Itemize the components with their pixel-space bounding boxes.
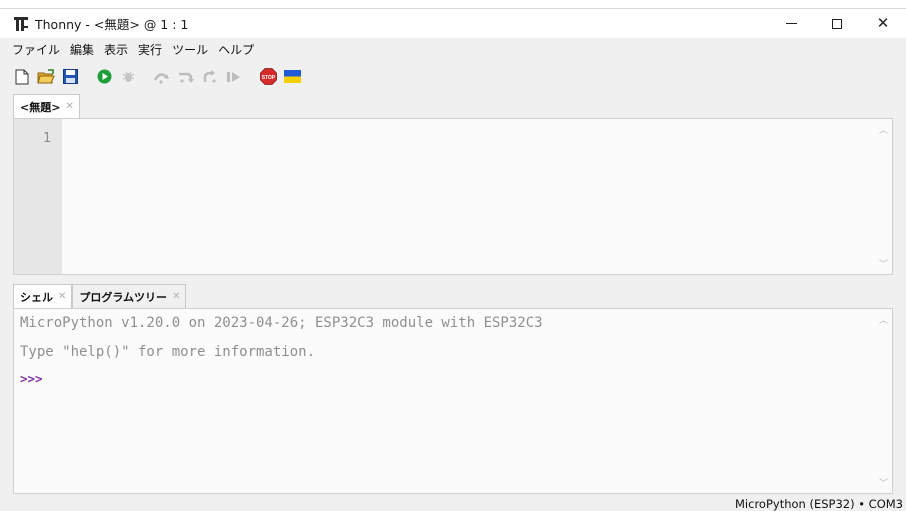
ukraine-flag-button[interactable]	[282, 67, 302, 87]
shell-scrollbar[interactable]: ︿ ﹀	[875, 309, 892, 493]
thonny-window: Thonny - <無題> @ 1 : 1 ✕ ファイル 編集 表示 実行 ツー…	[0, 0, 906, 511]
tab-shell-label: シェル	[20, 290, 53, 304]
menu-tools[interactable]: ツール	[167, 39, 213, 60]
tab-shell[interactable]: シェル ✕	[13, 284, 73, 308]
save-icon	[62, 69, 78, 84]
svg-text:STOP: STOP	[261, 75, 275, 81]
thonny-logo-icon	[14, 16, 28, 31]
open-file-button[interactable]	[36, 67, 56, 87]
line-number: 1	[42, 130, 51, 146]
shell-tabstrip: シェル ✕ プログラムツリー ✕	[0, 284, 906, 308]
close-tab-icon[interactable]: ✕	[65, 101, 73, 112]
tab-program-tree-label: プログラムツリー	[79, 290, 168, 304]
editor-tab-untitled[interactable]: <無題> ✕	[13, 94, 80, 118]
code-editor[interactable]: 1 ︿ ﹀	[13, 118, 893, 275]
close-shell-tab-icon[interactable]: ✕	[58, 291, 66, 302]
close-program-tree-tab-icon[interactable]: ✕	[172, 291, 180, 302]
window-controls: ✕	[768, 9, 906, 38]
maximize-icon	[832, 18, 842, 29]
menu-bar: ファイル 編集 表示 実行 ツール ヘルプ	[0, 38, 906, 61]
close-button[interactable]: ✕	[860, 9, 906, 38]
scroll-up-icon[interactable]: ︿	[879, 313, 888, 326]
maximize-button[interactable]	[814, 9, 860, 38]
scroll-up-icon[interactable]: ︿	[879, 123, 888, 136]
interpreter-status[interactable]: MicroPython (ESP32) • COM3	[735, 497, 903, 511]
shell-output-line: MicroPython v1.20.0 on 2023-04-26; ESP32…	[20, 315, 543, 331]
resume-button[interactable]	[224, 67, 244, 87]
scroll-down-icon[interactable]: ﹀	[879, 476, 888, 489]
menu-run[interactable]: 実行	[133, 39, 167, 60]
editor-scrollbar[interactable]: ︿ ﹀	[875, 119, 892, 274]
line-number-gutter: 1	[14, 119, 62, 274]
shell-console[interactable]: MicroPython v1.20.0 on 2023-04-26; ESP32…	[13, 308, 893, 494]
debug-icon	[122, 71, 134, 82]
open-file-icon	[37, 68, 55, 83]
close-icon: ✕	[876, 14, 890, 32]
stop-button[interactable]: STOP	[258, 67, 278, 87]
debug-button[interactable]	[118, 67, 138, 87]
minimize-button[interactable]	[768, 9, 814, 38]
menu-file[interactable]: ファイル	[7, 39, 65, 60]
toolbar: STOP	[0, 63, 906, 90]
menu-view[interactable]: 表示	[99, 39, 133, 60]
editor-tabstrip: <無題> ✕	[0, 94, 906, 118]
step-over-icon	[153, 72, 169, 84]
code-text-area[interactable]	[62, 119, 875, 274]
tab-program-tree[interactable]: プログラムツリー ✕	[72, 284, 187, 308]
step-into-button[interactable]	[176, 67, 196, 87]
shell-output-line: Type "help()" for more information.	[20, 344, 316, 360]
menu-help[interactable]: ヘルプ	[213, 39, 259, 60]
menu-edit[interactable]: 編集	[65, 39, 99, 60]
run-button[interactable]	[94, 67, 114, 87]
status-bar: MicroPython (ESP32) • COM3	[0, 495, 906, 511]
resume-icon	[227, 71, 240, 82]
shell-prompt: >>>	[20, 371, 43, 386]
stop-icon: STOP	[259, 68, 277, 85]
scroll-down-icon[interactable]: ﹀	[879, 257, 888, 270]
editor-tab-label: <無題>	[20, 100, 61, 114]
step-into-icon	[179, 72, 194, 83]
save-button[interactable]	[60, 67, 80, 87]
step-out-icon	[203, 69, 216, 83]
ukraine-flag-icon	[283, 70, 301, 83]
window-title: Thonny - <無題> @ 1 : 1	[35, 17, 189, 32]
new-file-button[interactable]	[12, 67, 32, 87]
new-file-icon	[15, 69, 29, 84]
minimize-icon	[785, 23, 797, 24]
step-over-button[interactable]	[152, 67, 172, 87]
top-strip	[0, 0, 906, 9]
title-bar[interactable]: Thonny - <無題> @ 1 : 1 ✕	[0, 9, 906, 38]
step-out-button[interactable]	[200, 67, 220, 87]
run-icon	[97, 69, 111, 84]
